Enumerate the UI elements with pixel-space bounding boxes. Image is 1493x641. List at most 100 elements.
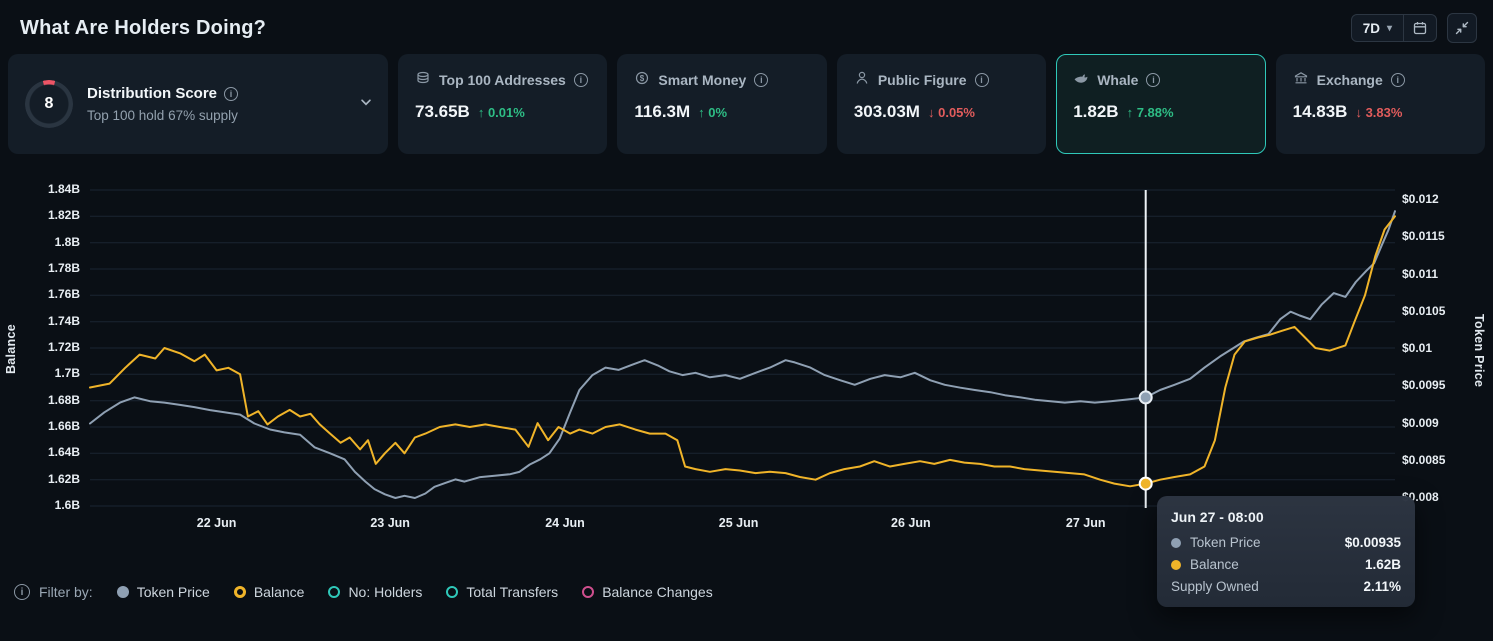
distribution-score-label: Distribution Score xyxy=(87,85,217,102)
stat-value: 303.03M xyxy=(854,102,920,122)
balance-dot xyxy=(1171,560,1181,570)
x-axis-tick: 25 Jun xyxy=(719,516,759,530)
page-title: What Are Holders Doing? xyxy=(20,17,266,40)
legend-item-token-price[interactable]: Token Price xyxy=(117,584,210,600)
whale-icon xyxy=(1073,70,1089,89)
legend-item-no-holders[interactable]: No: Holders xyxy=(328,584,422,600)
info-icon[interactable]: i xyxy=(1391,73,1405,87)
right-axis-tick: $0.0095 xyxy=(1402,378,1445,392)
legend-label: Balance xyxy=(254,584,305,600)
chevron-down-icon: ▾ xyxy=(1387,23,1392,34)
tooltip-value: $0.00935 xyxy=(1345,535,1401,550)
stat-label: Public Figure xyxy=(878,72,967,88)
chart-tooltip: Jun 27 - 08:00 Token Price $0.00935 Bala… xyxy=(1157,496,1415,607)
x-axis-tick: 24 Jun xyxy=(545,516,585,530)
left-axis-tick: 1.74B xyxy=(0,314,80,328)
legend-item-balance-changes[interactable]: Balance Changes xyxy=(582,584,713,600)
legend-label: Total Transfers xyxy=(466,584,558,600)
token-price-dot xyxy=(1171,538,1181,548)
crosshair-token-price-marker xyxy=(1140,391,1152,403)
left-axis-tick: 1.68B xyxy=(0,393,80,407)
stat-card-public-figure[interactable]: Public Figure i 303.03M ↓ 0.05% xyxy=(837,54,1046,154)
left-axis-tick: 1.64B xyxy=(0,445,80,459)
right-axis-title: Token Price xyxy=(1472,314,1486,387)
stat-change: ↑ 7.88% xyxy=(1127,105,1174,120)
token-price-legend-dot xyxy=(117,586,129,598)
stat-label: Exchange xyxy=(1317,72,1383,88)
info-icon[interactable]: i xyxy=(975,73,989,87)
range-dropdown-button[interactable]: 7D ▾ xyxy=(1352,15,1404,41)
left-axis-tick: 1.76B xyxy=(0,287,80,301)
filter-by-label: Filter by: xyxy=(39,584,93,600)
token-price-line xyxy=(90,211,1395,498)
stat-cards-row: 8 Distribution Score i Top 100 hold 67% … xyxy=(8,54,1485,154)
person-icon xyxy=(854,70,870,89)
stat-change: ↑ 0% xyxy=(698,105,727,120)
tooltip-label: Token Price xyxy=(1190,535,1261,550)
right-axis-tick: $0.0085 xyxy=(1402,453,1445,467)
distribution-score-gauge: 8 xyxy=(25,80,73,128)
left-axis-tick: 1.6B xyxy=(0,498,80,512)
legend-label: Token Price xyxy=(137,584,210,600)
chevron-down-icon[interactable] xyxy=(357,93,375,116)
tooltip-label: Balance xyxy=(1190,557,1239,572)
stat-card-smart-money[interactable]: $ Smart Money i 116.3M ↑ 0% xyxy=(617,54,826,154)
tooltip-label: Supply Owned xyxy=(1171,579,1259,594)
right-axis-tick: $0.0105 xyxy=(1402,304,1445,318)
tooltip-value: 1.62B xyxy=(1365,557,1401,572)
range-label: 7D xyxy=(1363,21,1380,36)
header-controls: 7D ▾ xyxy=(1351,13,1477,43)
legend-item-total-transfers[interactable]: Total Transfers xyxy=(446,584,558,600)
calendar-button[interactable] xyxy=(1404,15,1436,41)
gauge-score-value: 8 xyxy=(25,80,73,128)
balance-legend-dot xyxy=(234,586,246,598)
left-axis-tick: 1.82B xyxy=(0,208,80,222)
total-transfers-legend-dot xyxy=(446,586,458,598)
collapse-arrows-icon xyxy=(1454,20,1470,36)
info-icon[interactable]: i xyxy=(14,584,30,600)
right-axis-tick: $0.009 xyxy=(1402,416,1439,430)
right-axis-tick: $0.01 xyxy=(1402,341,1432,355)
stat-value: 116.3M xyxy=(634,102,690,122)
stat-value: 73.65B xyxy=(415,102,470,122)
stat-value: 14.83B xyxy=(1293,102,1348,122)
stat-change: ↓ 3.83% xyxy=(1355,105,1402,120)
left-axis-tick: 1.7B xyxy=(0,366,80,380)
svg-text:$: $ xyxy=(640,74,645,83)
info-icon[interactable]: i xyxy=(754,73,768,87)
stat-change: ↑ 0.01% xyxy=(478,105,525,120)
left-axis-tick: 1.78B xyxy=(0,261,80,275)
balance-changes-legend-dot xyxy=(582,586,594,598)
distribution-score-subtitle: Top 100 hold 67% supply xyxy=(87,108,343,123)
stat-label: Smart Money xyxy=(658,72,746,88)
collapse-button[interactable] xyxy=(1447,13,1477,43)
right-axis-tick: $0.012 xyxy=(1402,192,1439,206)
no-holders-legend-dot xyxy=(328,586,340,598)
info-icon[interactable]: i xyxy=(1146,73,1160,87)
range-control: 7D ▾ xyxy=(1351,14,1437,42)
stat-card-top100[interactable]: Top 100 Addresses i 73.65B ↑ 0.01% xyxy=(398,54,607,154)
left-axis-tick: 1.66B xyxy=(0,419,80,433)
header: What Are Holders Doing? 7D ▾ xyxy=(0,0,1493,52)
dollar-coin-icon: $ xyxy=(634,70,650,89)
balance-line xyxy=(90,216,1395,486)
stat-change: ↓ 0.05% xyxy=(928,105,975,120)
crosshair-balance-marker xyxy=(1140,478,1152,490)
distribution-score-card[interactable]: 8 Distribution Score i Top 100 hold 67% … xyxy=(8,54,388,154)
tooltip-value: 2.11% xyxy=(1363,579,1401,594)
info-icon[interactable]: i xyxy=(224,87,238,101)
coins-icon xyxy=(415,70,431,89)
stat-value: 1.82B xyxy=(1073,102,1118,122)
x-axis-tick: 26 Jun xyxy=(891,516,931,530)
stat-card-exchange[interactable]: Exchange i 14.83B ↓ 3.83% xyxy=(1276,54,1485,154)
info-icon[interactable]: i xyxy=(574,73,588,87)
x-axis-tick: 27 Jun xyxy=(1066,516,1106,530)
stat-card-whale[interactable]: Whale i 1.82B ↑ 7.88% xyxy=(1056,54,1265,154)
left-axis-tick: 1.84B xyxy=(0,182,80,196)
x-axis-tick: 22 Jun xyxy=(197,516,237,530)
right-axis-tick: $0.011 xyxy=(1402,267,1438,281)
legend-item-balance[interactable]: Balance xyxy=(234,584,305,600)
right-axis-tick: $0.0115 xyxy=(1402,229,1445,243)
holders-chart: Balance Token Price Jun 27 - 08:00 Token… xyxy=(0,166,1493,566)
stat-label: Whale xyxy=(1097,72,1138,88)
